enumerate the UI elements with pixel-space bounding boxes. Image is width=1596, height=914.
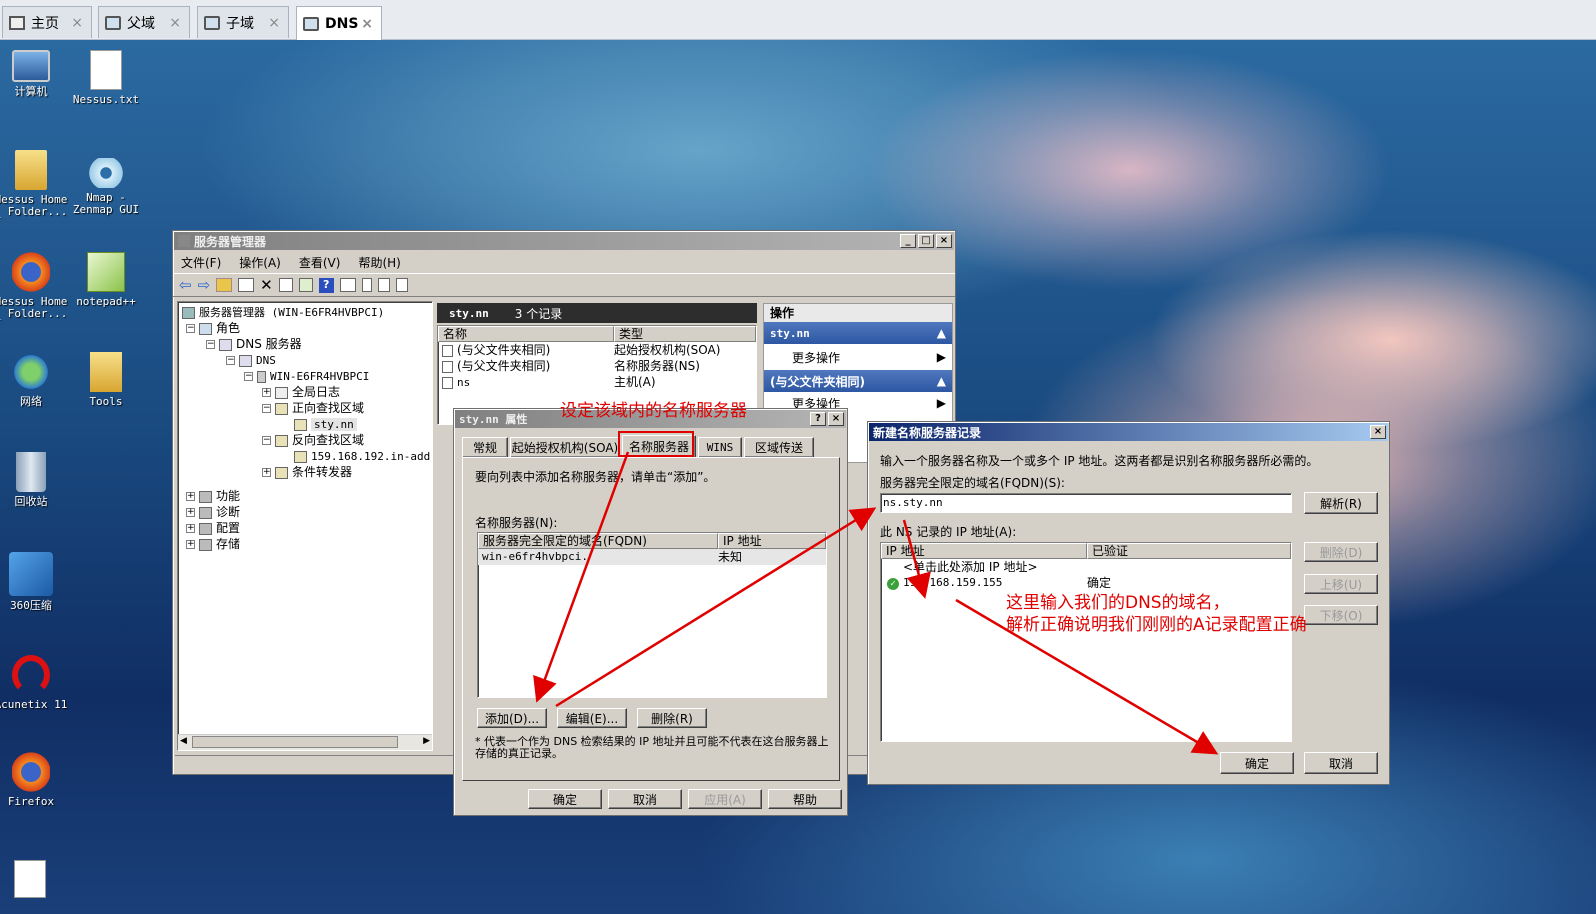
arrow-to-add-button (533, 451, 630, 703)
arrow-to-ip-row (902, 519, 931, 599)
arrow-to-fqdn-input (555, 507, 877, 708)
arrow-to-ok-button (955, 598, 1219, 755)
annotation-arrows (533, 451, 1219, 755)
